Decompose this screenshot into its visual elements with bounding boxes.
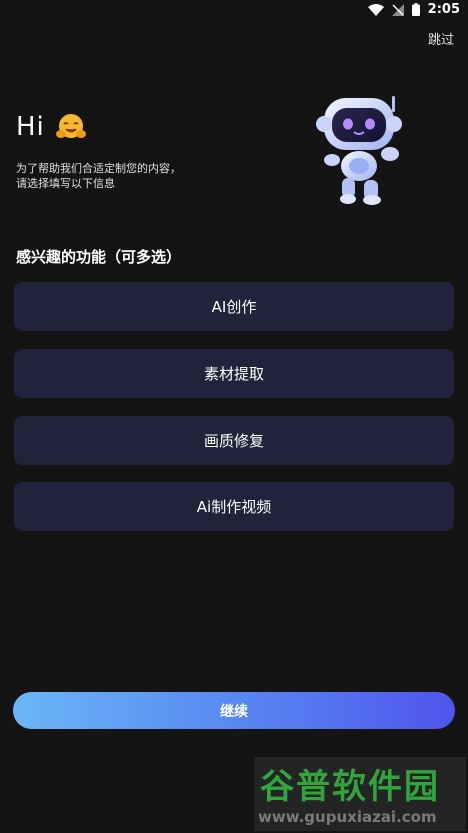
subtitle-line-1: 为了帮助我们合适定制您的内容，	[16, 162, 181, 175]
wifi-icon	[367, 3, 384, 16]
status-time: 2:05	[427, 2, 460, 17]
option-ai-creation[interactable]: AI创作	[14, 282, 454, 331]
subtitle-line-2: 请选择填写以下信息	[16, 177, 115, 190]
greeting-row: Hi	[16, 112, 87, 142]
greeting-title: Hi	[16, 112, 45, 142]
status-bar: 2:05	[0, 0, 468, 22]
greeting-subtitle: 为了帮助我们合适定制您的内容， 请选择填写以下信息	[16, 161, 216, 191]
continue-button[interactable]: 继续	[13, 692, 455, 729]
watermark-url: www.gupuxiazai.com	[258, 808, 437, 826]
option-quality-repair[interactable]: 画质修复	[14, 416, 454, 465]
battery-icon	[411, 3, 420, 16]
option-material-extract[interactable]: 素材提取	[14, 349, 454, 398]
robot-mascot-icon	[316, 96, 402, 205]
onboarding-screen: 2:05 跳过 Hi 为了帮助我们合适定制您的内容， 请选择填写以下信息 感兴趣…	[0, 0, 468, 833]
watermark: 谷普软件园 www.gupuxiazai.com	[254, 757, 466, 831]
interests-title: 感兴趣的功能（可多选）	[16, 248, 182, 266]
signal-icon	[391, 3, 404, 16]
status-icons: 2:05	[367, 2, 460, 17]
option-ai-video[interactable]: Ai制作视频	[14, 482, 454, 531]
hugging-face-emoji-icon	[55, 114, 86, 138]
skip-button[interactable]: 跳过	[428, 29, 454, 48]
watermark-title: 谷普软件园	[260, 767, 440, 807]
